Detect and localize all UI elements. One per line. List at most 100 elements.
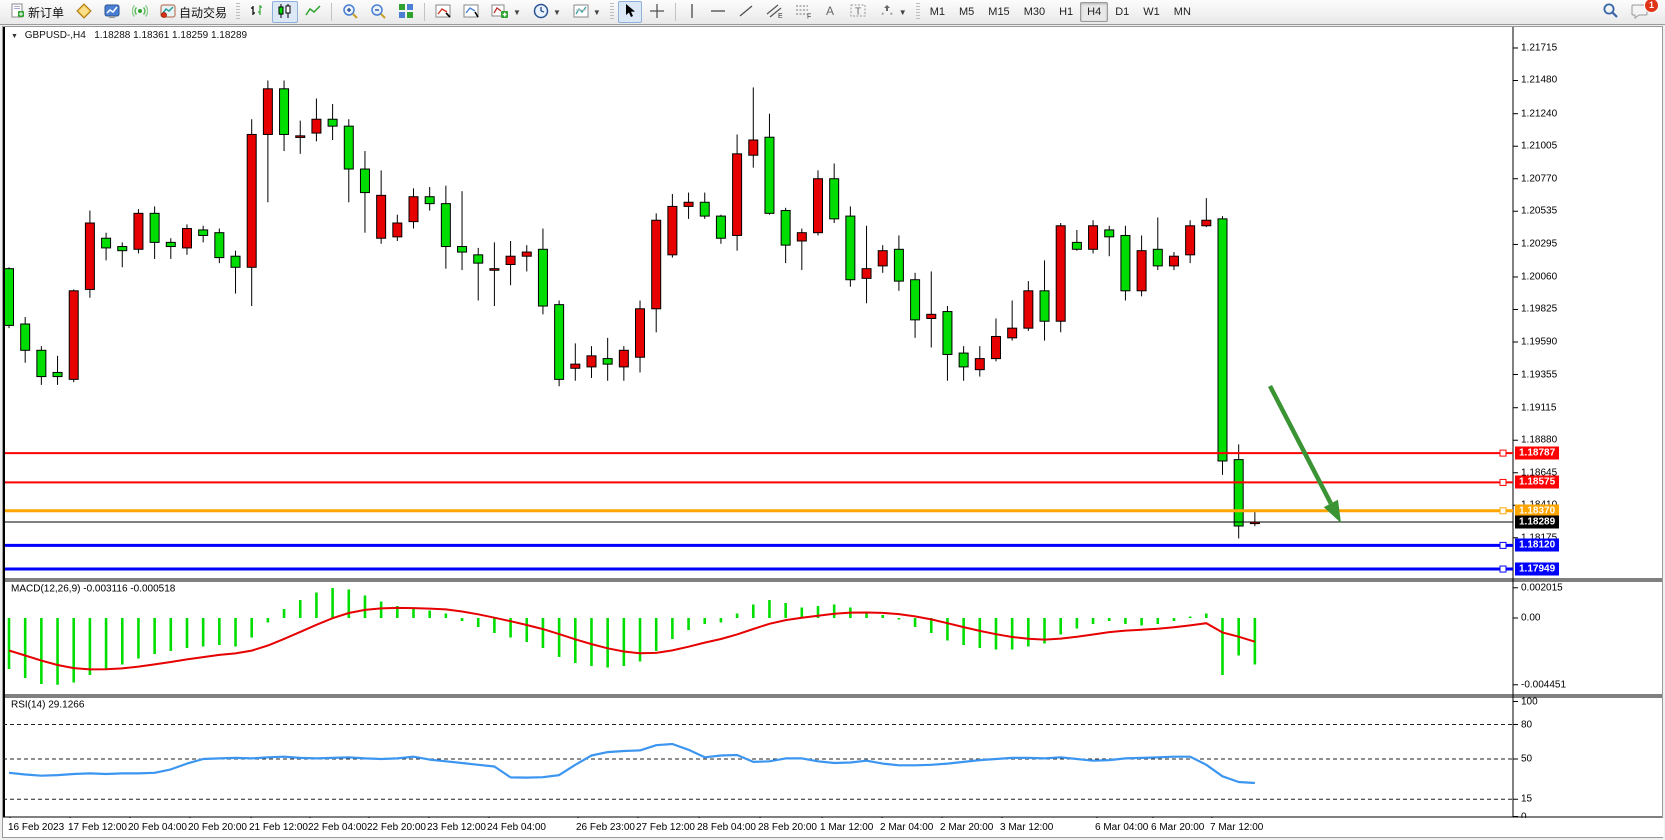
- toolbar-separator: [424, 3, 425, 21]
- data-window-button[interactable]: [430, 1, 456, 23]
- gold-diamond-button[interactable]: [71, 1, 97, 23]
- candle: [312, 119, 321, 133]
- candle: [21, 324, 30, 350]
- notification-badge: 1: [1644, 0, 1659, 13]
- candle: [409, 197, 418, 222]
- timeframe-button-m30[interactable]: M30: [1017, 2, 1052, 22]
- timeframe-button-d1[interactable]: D1: [1108, 2, 1136, 22]
- notifications-button[interactable]: 1: [1626, 1, 1654, 23]
- trendline-icon: [738, 3, 754, 22]
- candle: [247, 134, 256, 267]
- crosshair-tool-button[interactable]: [644, 1, 670, 23]
- shapes-tool-button[interactable]: ▼: [874, 1, 912, 23]
- bar-chart-type-button[interactable]: [244, 1, 270, 23]
- text-label-tool-button[interactable]: T: [845, 1, 872, 23]
- candle-chart-type-button[interactable]: [272, 1, 298, 23]
- main-toolbar: 新订单 自动交易: [0, 0, 1665, 25]
- timeframe-button-m1[interactable]: M1: [923, 2, 952, 22]
- new-order-button[interactable]: 新订单: [5, 1, 69, 23]
- vertical-line-tool-button[interactable]: [681, 1, 703, 23]
- rsi-line: [9, 744, 1255, 783]
- candle: [555, 305, 564, 380]
- dropdown-caret-icon: ▼: [513, 8, 521, 17]
- toolbar-grip: [610, 3, 614, 21]
- candle: [166, 242, 175, 246]
- line-handle[interactable]: [1500, 450, 1506, 456]
- candle: [1186, 226, 1195, 255]
- toolbar-separator: [331, 3, 332, 21]
- toolbar-separator: [675, 3, 676, 21]
- zoom-in-icon: [342, 3, 358, 22]
- candle: [1040, 291, 1049, 321]
- equidistant-channel-tool-button[interactable]: E: [761, 1, 788, 23]
- candle: [393, 223, 402, 237]
- candle: [830, 179, 839, 219]
- timeframe-button-w1[interactable]: W1: [1136, 2, 1167, 22]
- market-watch-button[interactable]: [99, 1, 125, 23]
- signal-icon: [132, 3, 148, 22]
- new-order-icon: [10, 3, 25, 21]
- candle: [1105, 230, 1114, 237]
- candle: [1089, 226, 1098, 250]
- timeframe-button-m15[interactable]: M15: [981, 2, 1016, 22]
- add-indicator-button[interactable]: ▼: [486, 1, 526, 23]
- navigator-button[interactable]: [458, 1, 484, 23]
- tile-windows-button[interactable]: [393, 1, 419, 23]
- candle: [1056, 226, 1065, 321]
- horizontal-line-tool-button[interactable]: [705, 1, 731, 23]
- trend-arrow: [1270, 386, 1331, 503]
- trendline-tool-button[interactable]: [733, 1, 759, 23]
- timeframe-button-h1[interactable]: H1: [1052, 2, 1080, 22]
- candle: [587, 356, 596, 367]
- horizontal-line-icon: [710, 5, 726, 20]
- candle: [603, 359, 612, 365]
- template-button[interactable]: ▼: [568, 1, 606, 23]
- candle: [118, 247, 127, 251]
- zoom-in-button[interactable]: [337, 1, 363, 23]
- line-handle[interactable]: [1500, 566, 1506, 572]
- candle: [733, 154, 742, 236]
- candle: [1234, 460, 1243, 526]
- price-chart-canvas[interactable]: [3, 27, 1662, 837]
- toolbar-grip: [916, 3, 920, 21]
- candle: [1024, 291, 1033, 328]
- candle: [668, 206, 677, 254]
- search-button[interactable]: [1597, 1, 1624, 23]
- data-window-icon: [435, 3, 451, 22]
- candle: [538, 249, 547, 306]
- arrows-shapes-icon: [879, 3, 895, 21]
- signals-button[interactable]: [127, 1, 153, 23]
- autotrading-button[interactable]: 自动交易: [155, 1, 232, 23]
- candle: [991, 336, 1000, 358]
- timeframe-button-h4[interactable]: H4: [1080, 2, 1108, 22]
- candle: [296, 136, 305, 138]
- zoom-out-icon: [370, 3, 386, 22]
- candle: [911, 280, 920, 320]
- candle: [571, 364, 580, 368]
- candle: [927, 314, 936, 318]
- dropdown-caret-icon: ▼: [553, 8, 561, 17]
- line-chart-type-button[interactable]: [300, 1, 326, 23]
- timeframe-button-m5[interactable]: M5: [952, 2, 981, 22]
- candle: [425, 197, 434, 204]
- candle: [684, 202, 693, 206]
- line-handle[interactable]: [1500, 542, 1506, 548]
- candle: [53, 372, 62, 376]
- text-tool-button[interactable]: A: [819, 1, 843, 23]
- candle: [102, 238, 111, 248]
- timeframe-strip: M1M5M15M30H1H4D1W1MN: [923, 2, 1198, 22]
- line-handle[interactable]: [1500, 508, 1506, 514]
- navigator-icon: [463, 3, 479, 22]
- period-button[interactable]: ▼: [528, 1, 566, 23]
- fibonacci-tool-button[interactable]: F: [790, 1, 817, 23]
- candle: [280, 89, 289, 135]
- candlestick-chart-icon: [277, 3, 293, 22]
- zoom-out-button[interactable]: [365, 1, 391, 23]
- candle: [862, 269, 871, 279]
- candle: [506, 256, 515, 264]
- timeframe-button-mn[interactable]: MN: [1167, 2, 1198, 22]
- tile-windows-icon: [398, 3, 414, 22]
- candle: [749, 140, 758, 155]
- line-handle[interactable]: [1500, 479, 1506, 485]
- cursor-tool-button[interactable]: [618, 1, 642, 23]
